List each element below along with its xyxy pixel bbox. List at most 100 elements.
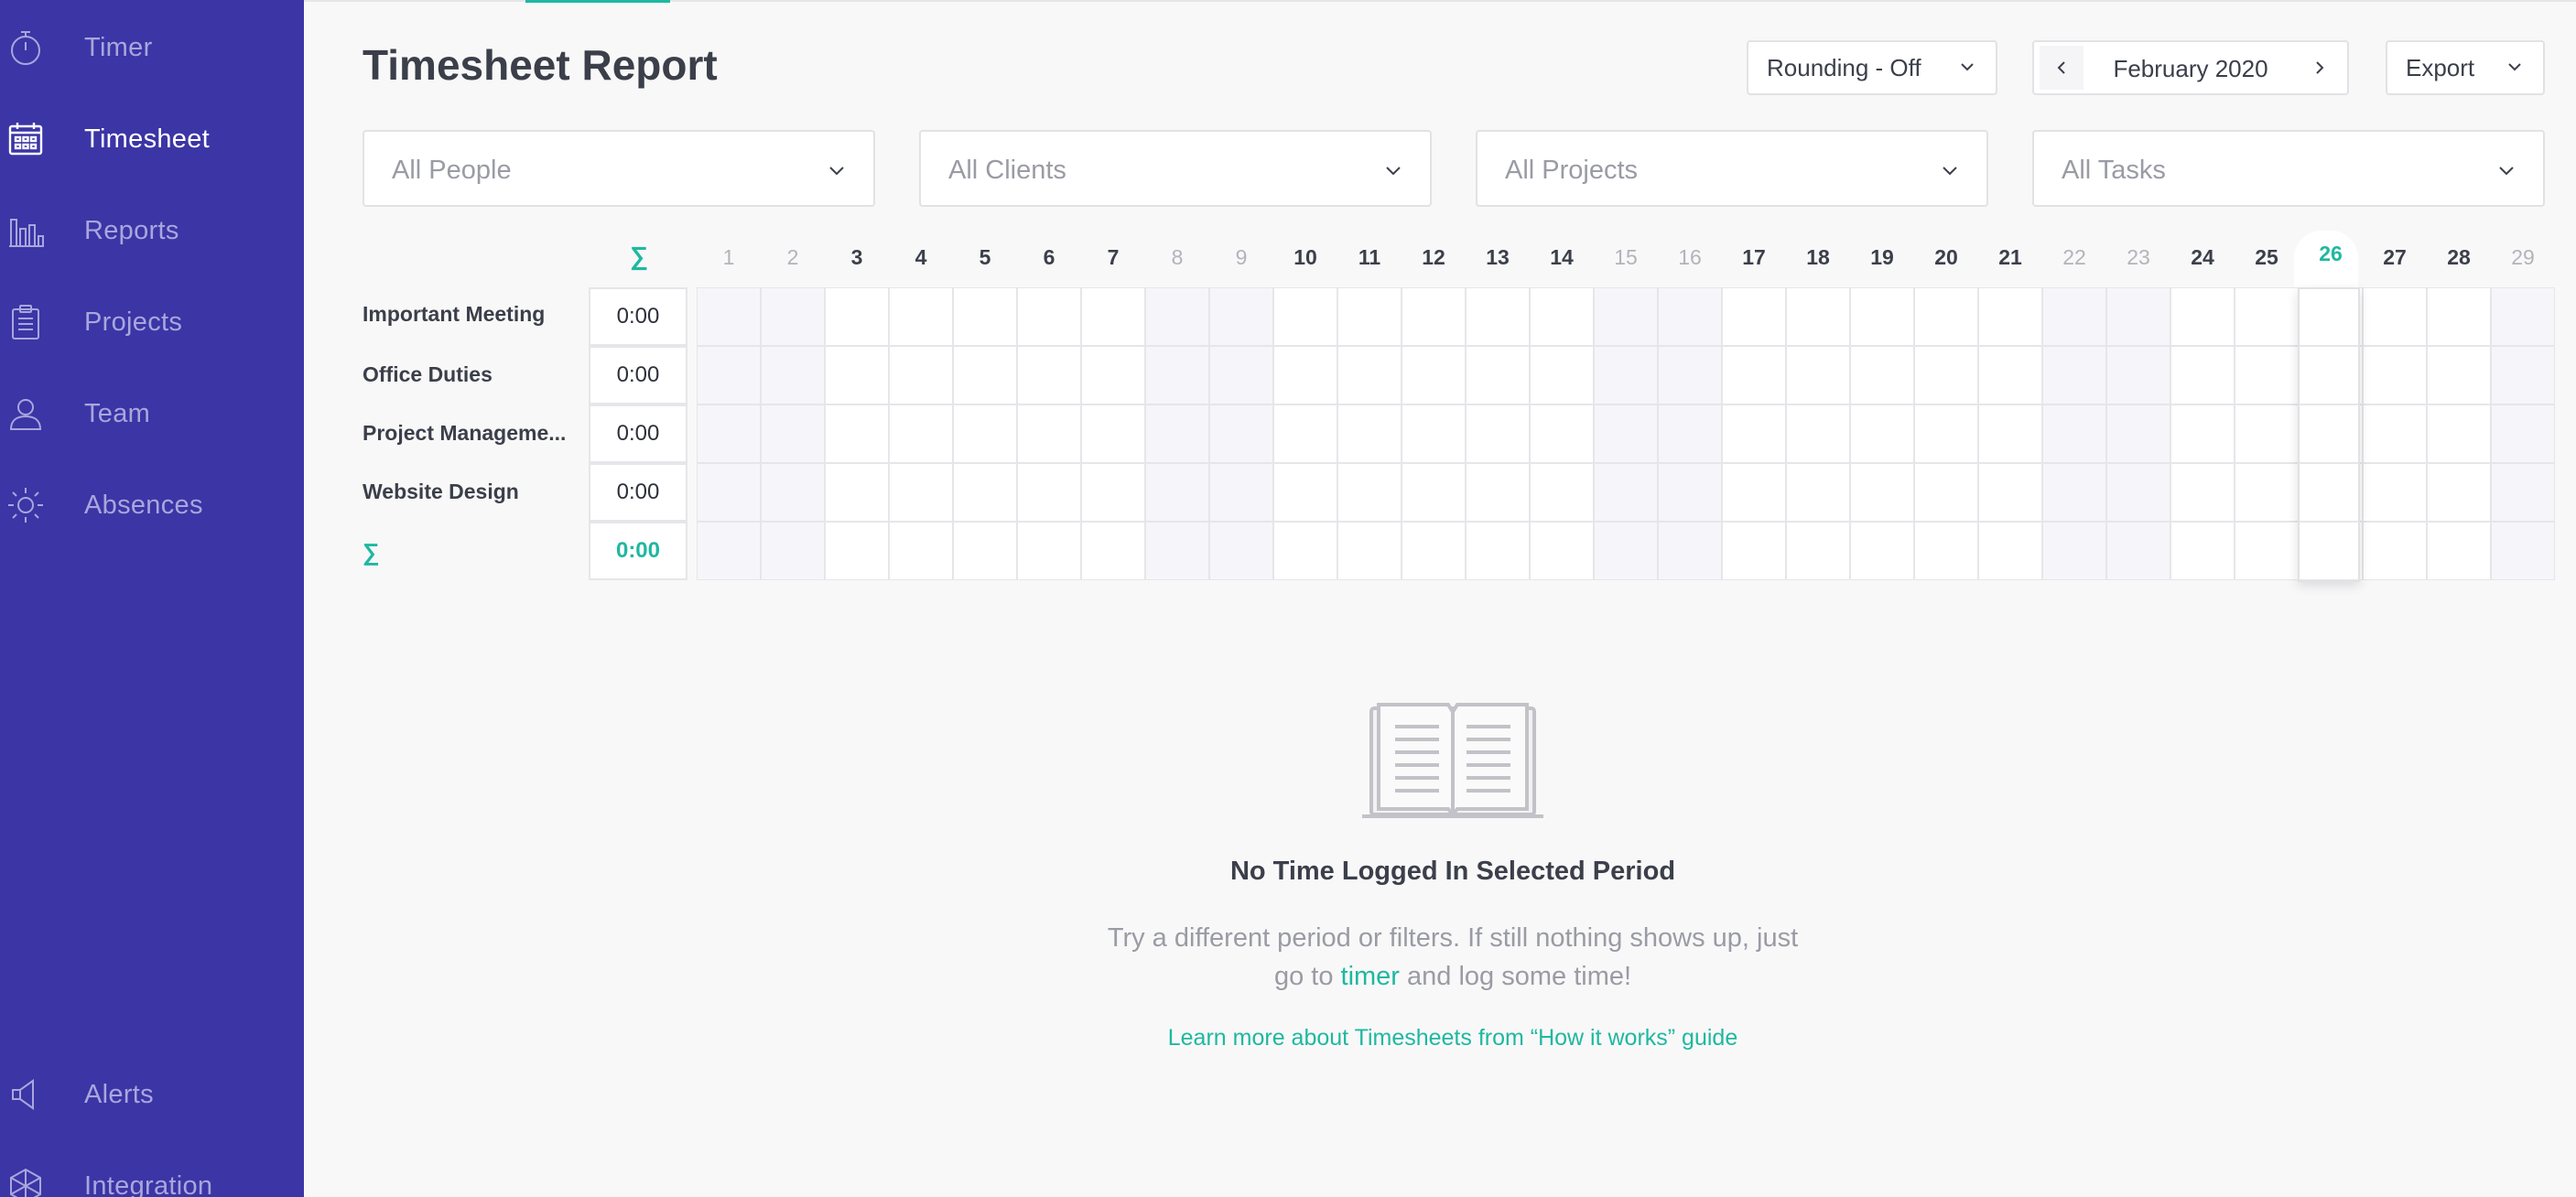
time-cell[interactable]: [889, 463, 953, 522]
time-cell[interactable]: [889, 287, 953, 346]
time-cell[interactable]: [1594, 346, 1658, 404]
time-cell[interactable]: [1978, 463, 2042, 522]
time-cell[interactable]: [2427, 404, 2491, 463]
time-cell[interactable]: [1081, 346, 1145, 404]
time-cell[interactable]: [2491, 346, 2555, 404]
sidebar-item-absences[interactable]: Absences: [0, 469, 304, 542]
sidebar-item-timesheet[interactable]: Timesheet: [0, 102, 304, 176]
time-cell[interactable]: [1081, 287, 1145, 346]
time-cell[interactable]: [953, 346, 1017, 404]
time-cell[interactable]: [2235, 346, 2299, 404]
time-cell[interactable]: [2106, 287, 2170, 346]
time-cell[interactable]: [1337, 287, 1402, 346]
time-cell[interactable]: [2427, 346, 2491, 404]
time-cell[interactable]: [953, 404, 1017, 463]
time-cell[interactable]: [1209, 404, 1273, 463]
time-cell[interactable]: [1978, 346, 2042, 404]
time-cell[interactable]: [1850, 346, 1914, 404]
time-cell[interactable]: [1017, 287, 1081, 346]
time-cell[interactable]: [1658, 404, 1722, 463]
time-cell[interactable]: [1145, 287, 1209, 346]
time-cell[interactable]: [697, 346, 761, 404]
sidebar-item-integration[interactable]: Integration: [0, 1149, 304, 1197]
time-cell[interactable]: [2106, 463, 2170, 522]
time-cell[interactable]: [825, 287, 889, 346]
time-cell[interactable]: [1786, 404, 1850, 463]
time-cell[interactable]: [2491, 287, 2555, 346]
time-cell[interactable]: [2427, 287, 2491, 346]
time-cell[interactable]: [761, 463, 825, 522]
time-cell[interactable]: [1337, 346, 1402, 404]
time-cell[interactable]: [1466, 287, 1530, 346]
time-cell[interactable]: [697, 404, 761, 463]
time-cell[interactable]: [761, 404, 825, 463]
time-cell[interactable]: [1273, 346, 1337, 404]
time-cell[interactable]: [1145, 346, 1209, 404]
time-cell[interactable]: [1786, 346, 1850, 404]
time-cell[interactable]: [761, 287, 825, 346]
time-cell[interactable]: [1978, 287, 2042, 346]
time-cell[interactable]: [2235, 404, 2299, 463]
time-cell[interactable]: [1978, 404, 2042, 463]
time-cell[interactable]: [1337, 463, 1402, 522]
time-cell[interactable]: [889, 346, 953, 404]
time-cell[interactable]: [1466, 404, 1530, 463]
time-cell[interactable]: [1081, 463, 1145, 522]
export-dropdown[interactable]: Export: [2386, 40, 2545, 95]
time-cell[interactable]: [1402, 404, 1466, 463]
time-cell[interactable]: [1658, 287, 1722, 346]
time-cell[interactable]: [2042, 463, 2106, 522]
tasks-filter[interactable]: All Tasks: [2032, 130, 2545, 207]
time-cell[interactable]: [1145, 463, 1209, 522]
time-cell[interactable]: [1402, 346, 1466, 404]
sidebar-item-timer[interactable]: Timer: [0, 11, 304, 84]
time-cell[interactable]: [2363, 463, 2427, 522]
time-cell[interactable]: [1273, 463, 1337, 522]
time-cell[interactable]: [1017, 404, 1081, 463]
time-cell[interactable]: [1850, 287, 1914, 346]
time-cell[interactable]: [2170, 404, 2235, 463]
time-cell[interactable]: [1209, 346, 1273, 404]
timer-link[interactable]: timer: [1341, 962, 1400, 991]
time-cell[interactable]: [1594, 404, 1658, 463]
time-cell[interactable]: [1273, 404, 1337, 463]
time-cell[interactable]: [1914, 346, 1978, 404]
time-cell[interactable]: [2363, 404, 2427, 463]
time-cell[interactable]: [1594, 463, 1658, 522]
time-cell[interactable]: [1530, 287, 1594, 346]
time-cell[interactable]: [1722, 346, 1786, 404]
time-cell[interactable]: [761, 346, 825, 404]
time-cell[interactable]: [2491, 463, 2555, 522]
time-cell[interactable]: [1594, 287, 1658, 346]
time-cell[interactable]: [697, 463, 761, 522]
time-cell[interactable]: [1530, 404, 1594, 463]
time-cell[interactable]: [1466, 463, 1530, 522]
time-cell[interactable]: [1530, 463, 1594, 522]
people-filter[interactable]: All People: [363, 130, 875, 207]
time-cell[interactable]: [825, 346, 889, 404]
sidebar-item-projects[interactable]: Projects: [0, 286, 304, 359]
next-period-button[interactable]: [2298, 46, 2342, 90]
time-cell[interactable]: [2042, 287, 2106, 346]
time-cell[interactable]: [1530, 346, 1594, 404]
time-cell[interactable]: [2299, 463, 2363, 522]
time-cell[interactable]: [1722, 404, 1786, 463]
time-cell[interactable]: [1145, 404, 1209, 463]
time-cell[interactable]: [2299, 346, 2363, 404]
sidebar-item-reports[interactable]: Reports: [0, 194, 304, 267]
sidebar-item-team[interactable]: Team: [0, 377, 304, 450]
time-cell[interactable]: [2042, 346, 2106, 404]
time-cell[interactable]: [2235, 463, 2299, 522]
time-cell[interactable]: [1722, 287, 1786, 346]
time-cell[interactable]: [2170, 463, 2235, 522]
time-cell[interactable]: [1786, 287, 1850, 346]
time-cell[interactable]: [825, 463, 889, 522]
projects-filter[interactable]: All Projects: [1476, 130, 1988, 207]
time-cell[interactable]: [953, 287, 1017, 346]
time-cell[interactable]: [2170, 287, 2235, 346]
time-cell[interactable]: [1209, 287, 1273, 346]
time-cell[interactable]: [1017, 463, 1081, 522]
rounding-dropdown[interactable]: Rounding - Off: [1747, 40, 1997, 95]
time-cell[interactable]: [1402, 287, 1466, 346]
time-cell[interactable]: [1786, 463, 1850, 522]
